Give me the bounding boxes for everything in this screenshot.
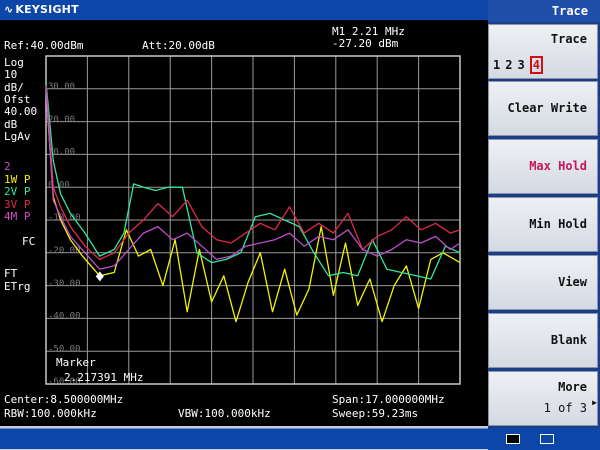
trace-number: 1 [493,58,501,72]
trace-select-softkey[interactable]: Trace 1234 [488,24,598,79]
status-icons-bar [488,428,600,450]
instrument-window: ∿ KEYSIGHT Ref:40.00dBm Att:20.00dB M1 2.… [0,0,600,450]
max-hold-softkey[interactable]: Max Hold [488,139,598,194]
trace-softkey-label: Trace [550,32,587,46]
more-label: More [558,380,587,394]
trace-number: 4 [529,56,543,74]
min-hold-softkey[interactable]: Min Hold [488,197,598,252]
menu-title-text: Trace [551,4,588,18]
clear-write-softkey[interactable]: Clear Write [488,81,598,136]
blank-softkey[interactable]: Blank [488,313,598,368]
storage-icon [540,434,554,444]
trace-number: 2 [505,58,513,72]
y-tick-label: -30.00 [48,279,81,289]
sweep-time: Sweep:59.23ms [332,407,419,420]
y-tick-label: -50.00 [48,344,81,354]
display-screen: ∿ KEYSIGHT Ref:40.00dBm Att:20.00dB M1 2.… [0,0,488,426]
vbw: VBW:100.000kHz [178,407,271,420]
view-label: View [558,275,587,289]
softkey-panel: Trace Trace 1234 Clear Write Max Hold Mi… [488,0,600,450]
battery-icon [506,434,520,444]
blank-label: Blank [550,333,587,347]
trace-number-selector: 1234 [493,56,548,74]
max-hold-label: Max Hold [529,159,587,173]
y-tick-label: -40.00 [48,312,81,322]
marker-box-value: 2.217391 MHz [64,371,144,384]
y-tick-label: 30.00 [48,82,75,92]
rbw: RBW:100.000kHz [4,407,97,420]
right-arrow-icon: ▶ [592,398,597,407]
clear-write-label: Clear Write [507,101,587,115]
span: Span:17.000000MHz [332,393,445,406]
y-tick-label: 20.00 [48,115,75,125]
trace-number: 3 [517,58,525,72]
more-softkey[interactable]: More 1 of 3 ▶ [488,371,598,426]
more-page-indicator: 1 of 3 [543,401,587,415]
center-frequency: Center:8.500000MHz [4,393,124,406]
view-softkey[interactable]: View [488,255,598,310]
marker-box-title: Marker [56,356,96,369]
status-message-bar [0,428,488,449]
min-hold-label: Min Hold [529,217,587,231]
menu-title: Trace [488,0,600,22]
